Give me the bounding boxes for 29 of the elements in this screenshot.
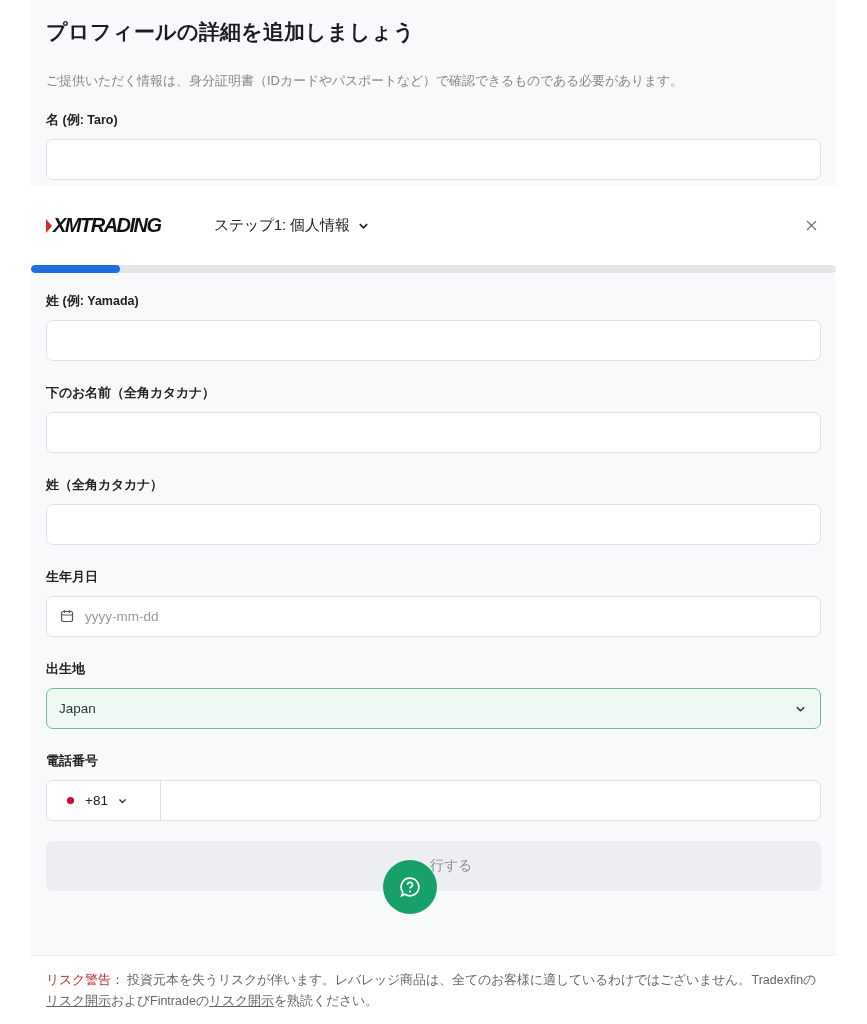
calendar-icon (60, 609, 74, 623)
country-code-dropdown[interactable]: +81 (47, 781, 161, 820)
field-label: 姓（全角カタカナ） (46, 477, 164, 494)
text-field[interactable] (46, 412, 821, 453)
text-field[interactable] (46, 504, 821, 545)
date-field[interactable]: yyyy-mm-dd (46, 596, 821, 637)
field-label: 生年月日 (46, 569, 99, 586)
description: ご提供いただく情報は、身分証明書（IDカードやパスポートなど）で確認できるものである必要があります。 (46, 72, 684, 90)
phone-field[interactable]: +81 (46, 780, 821, 821)
field-label: 姓 (例: Yamada) (46, 293, 140, 310)
risk-disclosure-link[interactable]: リスク開示 (208, 994, 274, 1008)
text-field[interactable] (46, 320, 821, 361)
field-label: 下のお名前（全角カタカナ） (46, 385, 216, 402)
logo: XMTRADING (46, 214, 214, 237)
page-title: プロフィールの詳細を追加しましょう (46, 19, 416, 46)
flag-icon (66, 796, 75, 805)
field-label: 名 (例: Taro) (46, 112, 119, 129)
risk-disclosure-link[interactable]: リスク開示 (46, 994, 111, 1008)
chevron-down-icon (117, 797, 127, 804)
step-dropdown[interactable]: ステップ1: 個人情報 (214, 216, 370, 235)
chevron-down-icon (795, 704, 806, 713)
close-icon[interactable] (806, 220, 817, 231)
chevron-down-icon (358, 221, 370, 230)
field-label: 電話番号 (46, 753, 99, 770)
field-label: 出生地 (46, 661, 86, 678)
text-field[interactable] (46, 139, 821, 180)
country-select[interactable]: Japan (46, 688, 821, 729)
risk-warning: リスク警告： 投資元本を失うリスクが伴います。レバレッジ商品は、全てのお客様に適しているわけではございません。Tradexfinの リスク開示およびFintradeのリスク開示を熟読ください。 (46, 972, 818, 1010)
help-chat-icon (399, 876, 421, 898)
